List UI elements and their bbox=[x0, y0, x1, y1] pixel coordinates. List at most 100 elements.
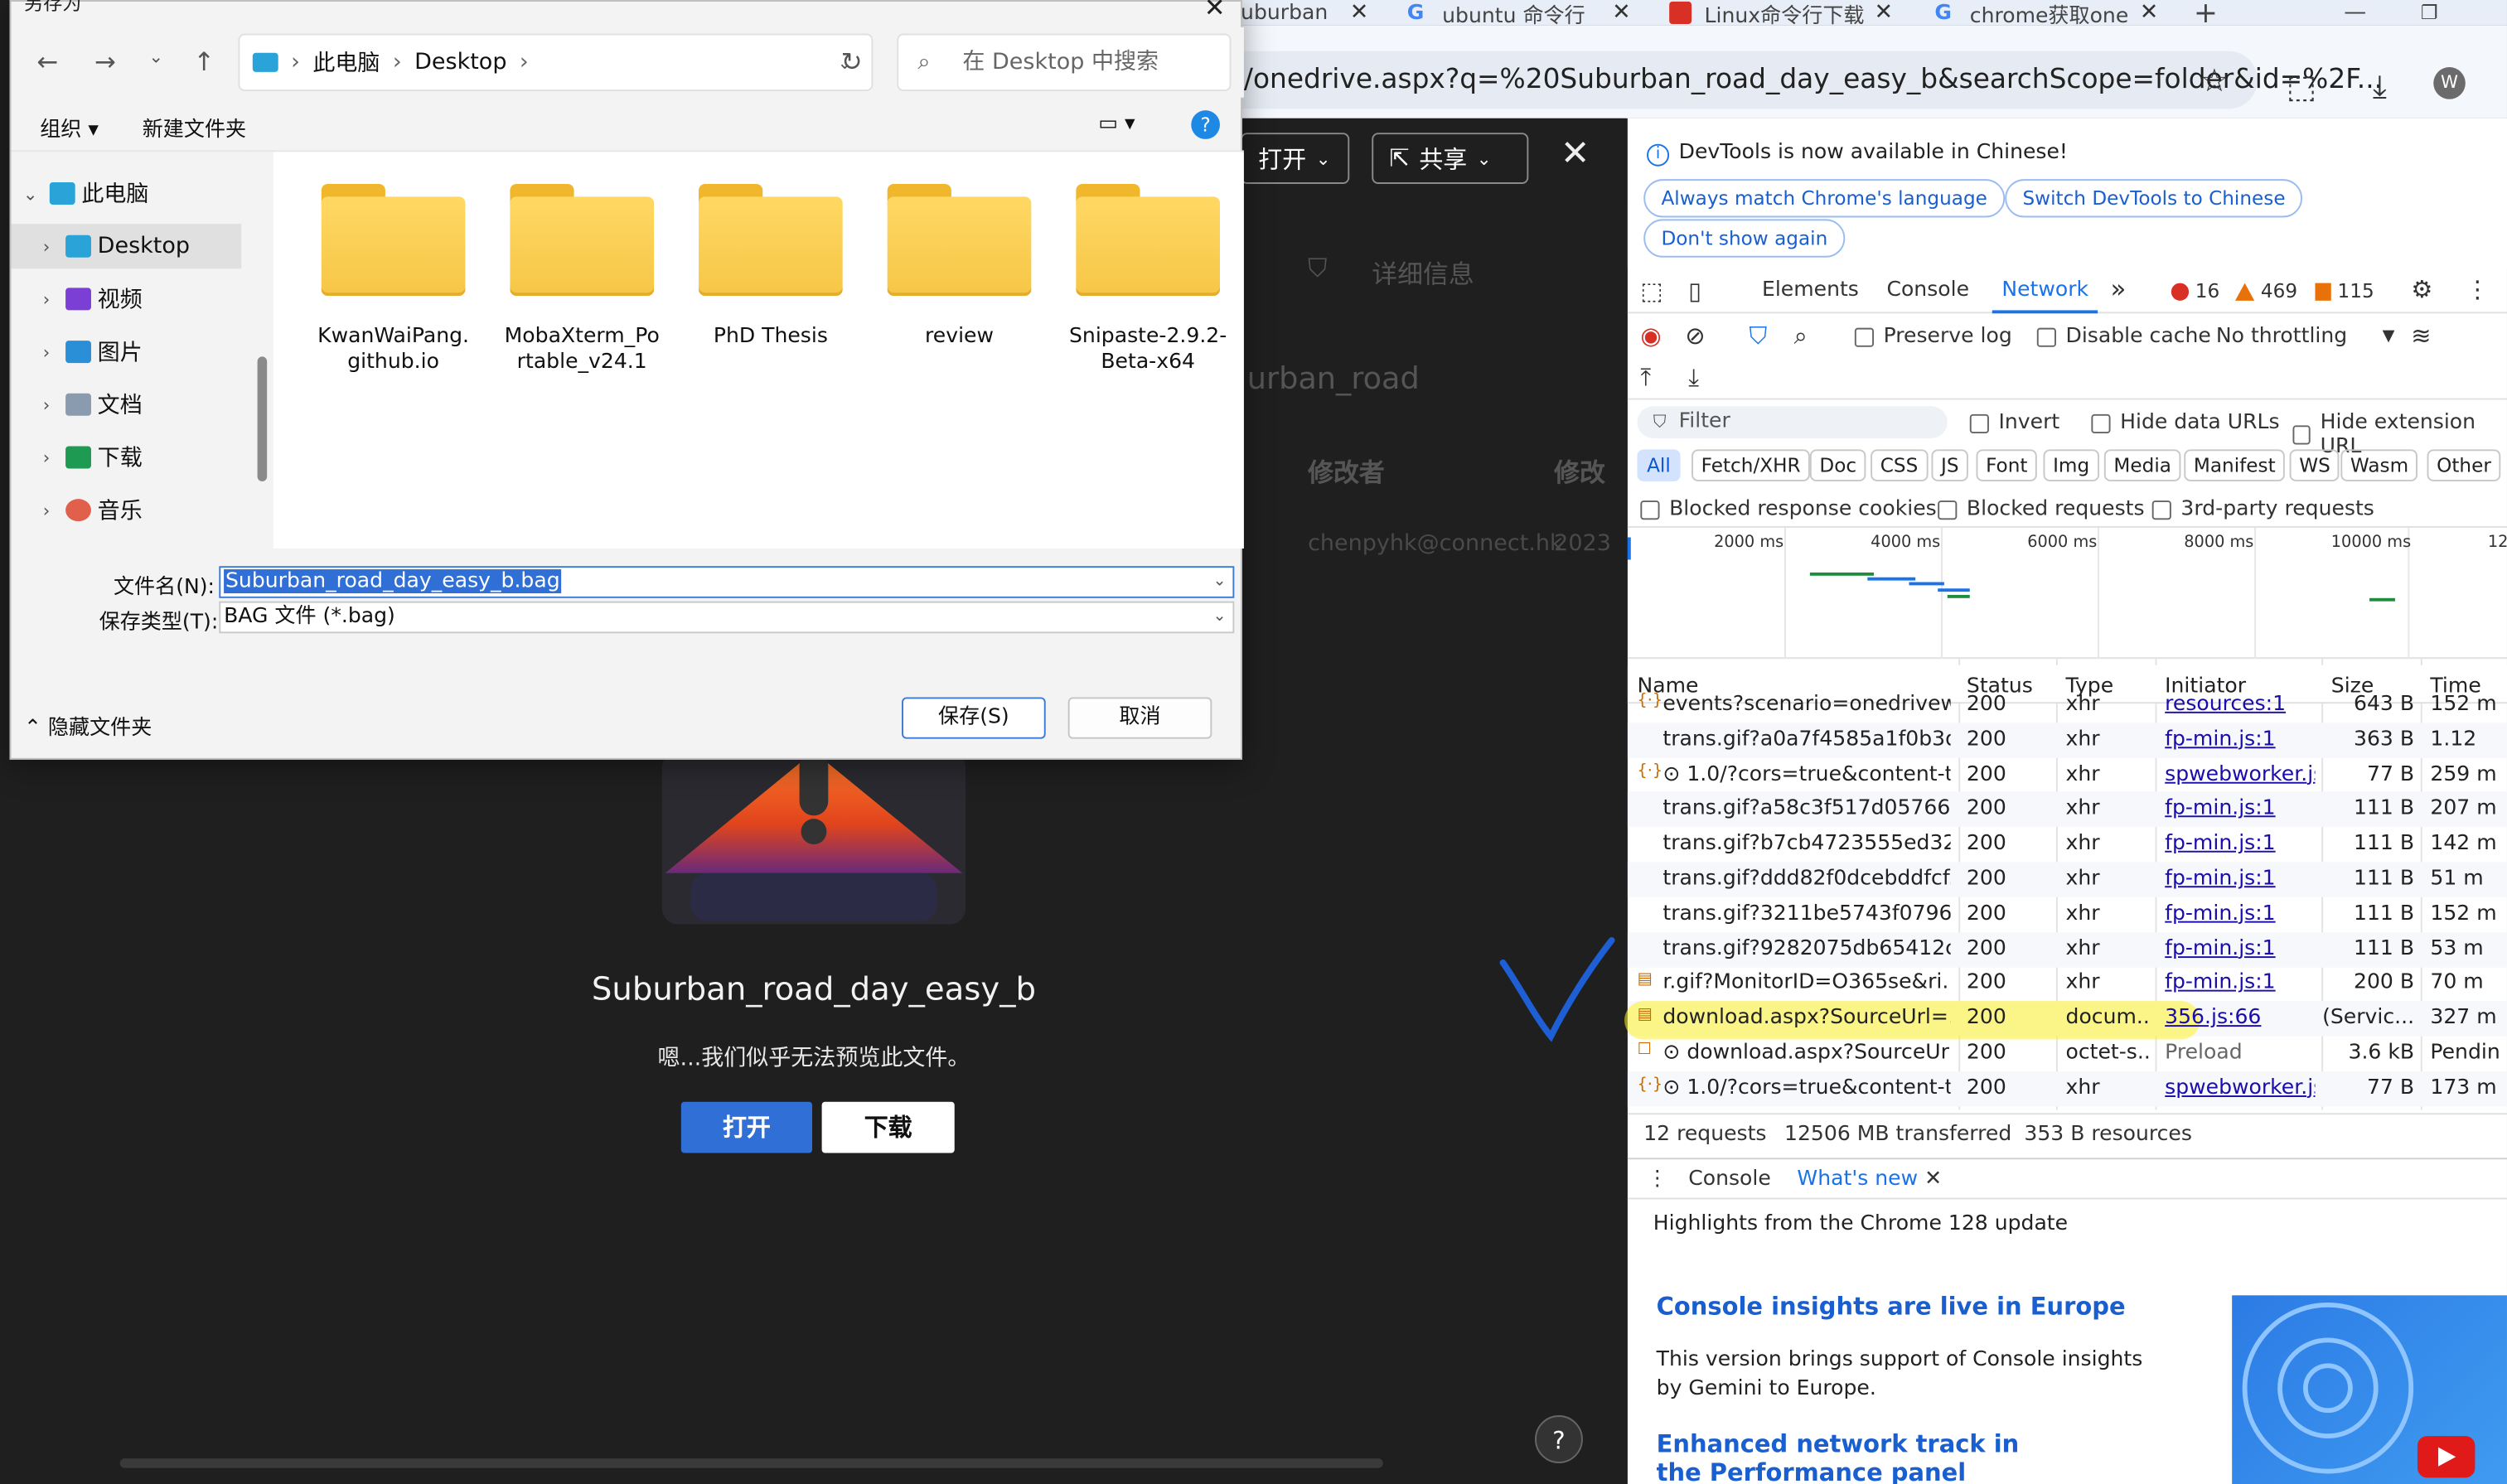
type-filter-img[interactable]: Img bbox=[2043, 449, 2099, 481]
crumb-this-pc[interactable]: 此电脑 bbox=[312, 46, 380, 79]
recent-chevron-icon[interactable]: ⌄ bbox=[148, 46, 163, 67]
type-filter-font[interactable]: Font bbox=[1976, 449, 2038, 481]
new-folder-button[interactable]: 新建文件夹 bbox=[143, 112, 246, 143]
preserve-log-checkbox[interactable]: Preserve log bbox=[1854, 325, 2012, 349]
throttling-select[interactable]: No throttling ▼ bbox=[2216, 325, 2395, 349]
blocked-requests-checkbox[interactable]: Blocked requests bbox=[1938, 497, 2145, 521]
type-filter-media[interactable]: Media bbox=[2103, 449, 2181, 481]
download-icon[interactable]: ⤓ bbox=[2373, 67, 2387, 105]
close-icon[interactable]: ✕ bbox=[1612, 0, 1631, 26]
table-row[interactable]: {·} ⊙ 1.0/?cors=true&content-t... 200 xhr sp… bbox=[1627, 1071, 2507, 1107]
cell-initiator[interactable]: spwebworker.js:9 bbox=[2165, 762, 2315, 786]
record-icon[interactable]: ◉ bbox=[1640, 321, 1661, 350]
cell-initiator[interactable]: fp-min.js:1 bbox=[2165, 832, 2315, 856]
cell-initiator[interactable]: fp-min.js:1 bbox=[2165, 971, 2315, 995]
cell-initiator[interactable]: fp-min.js:1 bbox=[2165, 867, 2315, 891]
drawer-tab-console[interactable]: Console bbox=[1688, 1167, 1771, 1192]
crumb-desktop[interactable]: Desktop bbox=[414, 50, 506, 75]
refresh-icon[interactable]: ↻ bbox=[841, 46, 863, 77]
search-input[interactable]: ⌕ 在 Desktop 中搜索 bbox=[897, 33, 1232, 92]
table-row[interactable]: trans.gif?b7cb4723555ed32... 200 xhr fp-min… bbox=[1628, 827, 2507, 862]
type-filter-all[interactable]: All bbox=[1637, 449, 1681, 481]
cell-initiator[interactable]: resources:1 bbox=[2165, 693, 2315, 717]
folder-item[interactable]: PhD Thesis bbox=[690, 183, 850, 350]
drawer-menu-icon[interactable]: ⋮ bbox=[1647, 1167, 1667, 1192]
cancel-button[interactable]: 取消 bbox=[1067, 697, 1212, 739]
view-icon[interactable]: ▭ ▾ bbox=[1098, 112, 1135, 136]
bookmark-star-icon[interactable]: ☆ bbox=[2200, 60, 2229, 99]
whats-new-video-thumbnail[interactable] bbox=[2232, 1295, 2507, 1484]
help-button[interactable]: ? bbox=[1535, 1415, 1583, 1463]
tab-ubuntu[interactable]: G ubuntu 命令行 ✕ bbox=[1407, 0, 1631, 26]
issue-count[interactable]: 115 bbox=[2315, 280, 2374, 302]
details-label[interactable]: 详细信息 bbox=[1372, 253, 1474, 291]
sidebar-item-pictures[interactable]: › 图片 bbox=[12, 330, 242, 375]
disable-cache-checkbox[interactable]: Disable cache bbox=[2036, 325, 2211, 349]
chevron-down-icon[interactable]: ⌄ bbox=[1213, 603, 1227, 632]
up-arrow-icon[interactable]: ↑ bbox=[193, 46, 215, 77]
warning-count[interactable]: 469 bbox=[2235, 280, 2297, 302]
cell-initiator[interactable]: fp-min.js:1 bbox=[2165, 727, 2315, 752]
save-button[interactable]: 保存(S) bbox=[902, 697, 1046, 739]
chevron-right-icon[interactable]: › bbox=[27, 288, 65, 309]
cell-initiator[interactable]: fp-min.js:1 bbox=[2165, 936, 2315, 960]
table-row[interactable]: trans.gif?3211be5743f07960... 200 xhr fp-mi… bbox=[1628, 897, 2507, 931]
filetype-select[interactable]: BAG 文件 (*.bag) ⌄ bbox=[219, 601, 1235, 634]
cell-initiator[interactable]: spwebworker.js:9 bbox=[2165, 1076, 2315, 1100]
preview-download-button[interactable]: 下载 bbox=[821, 1101, 955, 1153]
network-overview-timeline[interactable]: 2000 ms 4000 ms 6000 ms 8000 ms 10000 ms… bbox=[1627, 527, 2507, 660]
import-har-icon[interactable]: ⤒ bbox=[1640, 363, 1651, 392]
folder-item[interactable]: review bbox=[879, 183, 1039, 350]
sidebar-item-desktop[interactable]: › Desktop bbox=[11, 224, 242, 269]
sidebar-item-music[interactable]: › 音乐 bbox=[12, 488, 242, 533]
type-filter-js[interactable]: JS bbox=[1931, 449, 1969, 481]
horizontal-scrollbar[interactable] bbox=[119, 1458, 1383, 1468]
whats-new-link-console-insights[interactable]: Console insights are live in Europe bbox=[1657, 1292, 2126, 1321]
chevron-right-icon[interactable]: › bbox=[27, 341, 65, 362]
filter-input[interactable]: ⛉ Filter bbox=[1637, 406, 1948, 438]
extensions-icon[interactable]: ⬚ bbox=[2287, 67, 2316, 105]
search-icon[interactable]: ⌕ bbox=[1794, 321, 1808, 350]
chevron-right-icon[interactable]: › bbox=[27, 394, 65, 415]
filename-field[interactable]: Suburban_road_day_easy_b.bag ⌄ bbox=[219, 566, 1235, 598]
close-icon[interactable]: ✕ bbox=[1875, 0, 1894, 26]
help-icon[interactable]: ? bbox=[1191, 110, 1220, 139]
close-icon[interactable]: ✕ bbox=[1350, 0, 1369, 26]
inspect-icon[interactable]: ⬚ bbox=[1640, 277, 1662, 306]
back-arrow-icon[interactable]: ← bbox=[36, 46, 58, 77]
clear-icon[interactable]: ⊘ bbox=[1685, 321, 1705, 350]
table-row[interactable]: ☐ ⊙ download.aspx?SourceUrl... 200 octet-s.… bbox=[1628, 1037, 2507, 1071]
export-har-icon[interactable]: ⤓ bbox=[1688, 363, 1699, 392]
cell-initiator[interactable]: 356.js:66 bbox=[2165, 1006, 2315, 1030]
type-filter-manifest[interactable]: Manifest bbox=[2184, 449, 2286, 481]
open-button[interactable]: 打开 ⌄ bbox=[1241, 133, 1350, 184]
folder-item[interactable]: Snipaste-2.9.2-Beta-x64 bbox=[1068, 183, 1228, 376]
type-filter-ws[interactable]: WS bbox=[2289, 449, 2340, 481]
minimize-icon[interactable]: — bbox=[2344, 0, 2376, 26]
filter-icon[interactable]: ⛉ bbox=[1750, 321, 1768, 350]
close-icon[interactable]: ✕ bbox=[2140, 0, 2159, 26]
table-row[interactable]: {·} events?scenario=onedrivew... 200 xhr res… bbox=[1628, 688, 2507, 723]
sidebar-item-this-pc[interactable]: ⌄ 此电脑 bbox=[12, 172, 242, 216]
youtube-play-icon[interactable] bbox=[2417, 1436, 2476, 1478]
table-row[interactable]: ▤ r.gif?MonitorID=O365se&ri... 200 xhr fp-mi… bbox=[1628, 966, 2507, 1001]
chevron-right-icon[interactable]: › bbox=[27, 236, 65, 257]
table-row[interactable]: trans.gif?a0a7f4585a1f0b3d... 200 xhr fp-mi… bbox=[1627, 722, 2507, 758]
tab-elements[interactable]: Elements bbox=[1762, 278, 1859, 302]
table-row[interactable]: trans.gif?9282075db65412c... 200 xhr fp-min… bbox=[1627, 931, 2507, 967]
switch-chinese-button[interactable]: Switch DevTools to Chinese bbox=[2005, 179, 2303, 218]
kebab-menu-icon[interactable]: ⋮ bbox=[2466, 275, 2490, 304]
type-filter-css[interactable]: CSS bbox=[1871, 449, 1928, 481]
omnibox[interactable]: /onedrive.aspx?q=%20Suburban_road_day_ea… bbox=[1241, 51, 2383, 109]
sidebar-item-documents[interactable]: › 文档 bbox=[12, 382, 242, 427]
folder-item[interactable]: MobaXterm_Portable_v24.1 bbox=[502, 183, 662, 376]
network-conditions-icon[interactable]: ≋ bbox=[2411, 321, 2431, 350]
cell-initiator[interactable]: Preload bbox=[2165, 1041, 2315, 1065]
close-icon[interactable]: ✕ bbox=[1204, 0, 1226, 22]
dont-show-again-button[interactable]: Don't show again bbox=[1643, 219, 1846, 258]
filter-icon[interactable]: ⛉ bbox=[1308, 253, 1327, 285]
chevron-right-icon[interactable]: › bbox=[27, 500, 65, 520]
scroll-thumb[interactable] bbox=[257, 356, 268, 481]
tab-network[interactable]: Network bbox=[1992, 278, 2099, 314]
tab-linux[interactable]: Linux命令行下载 ✕ bbox=[1669, 0, 1893, 26]
